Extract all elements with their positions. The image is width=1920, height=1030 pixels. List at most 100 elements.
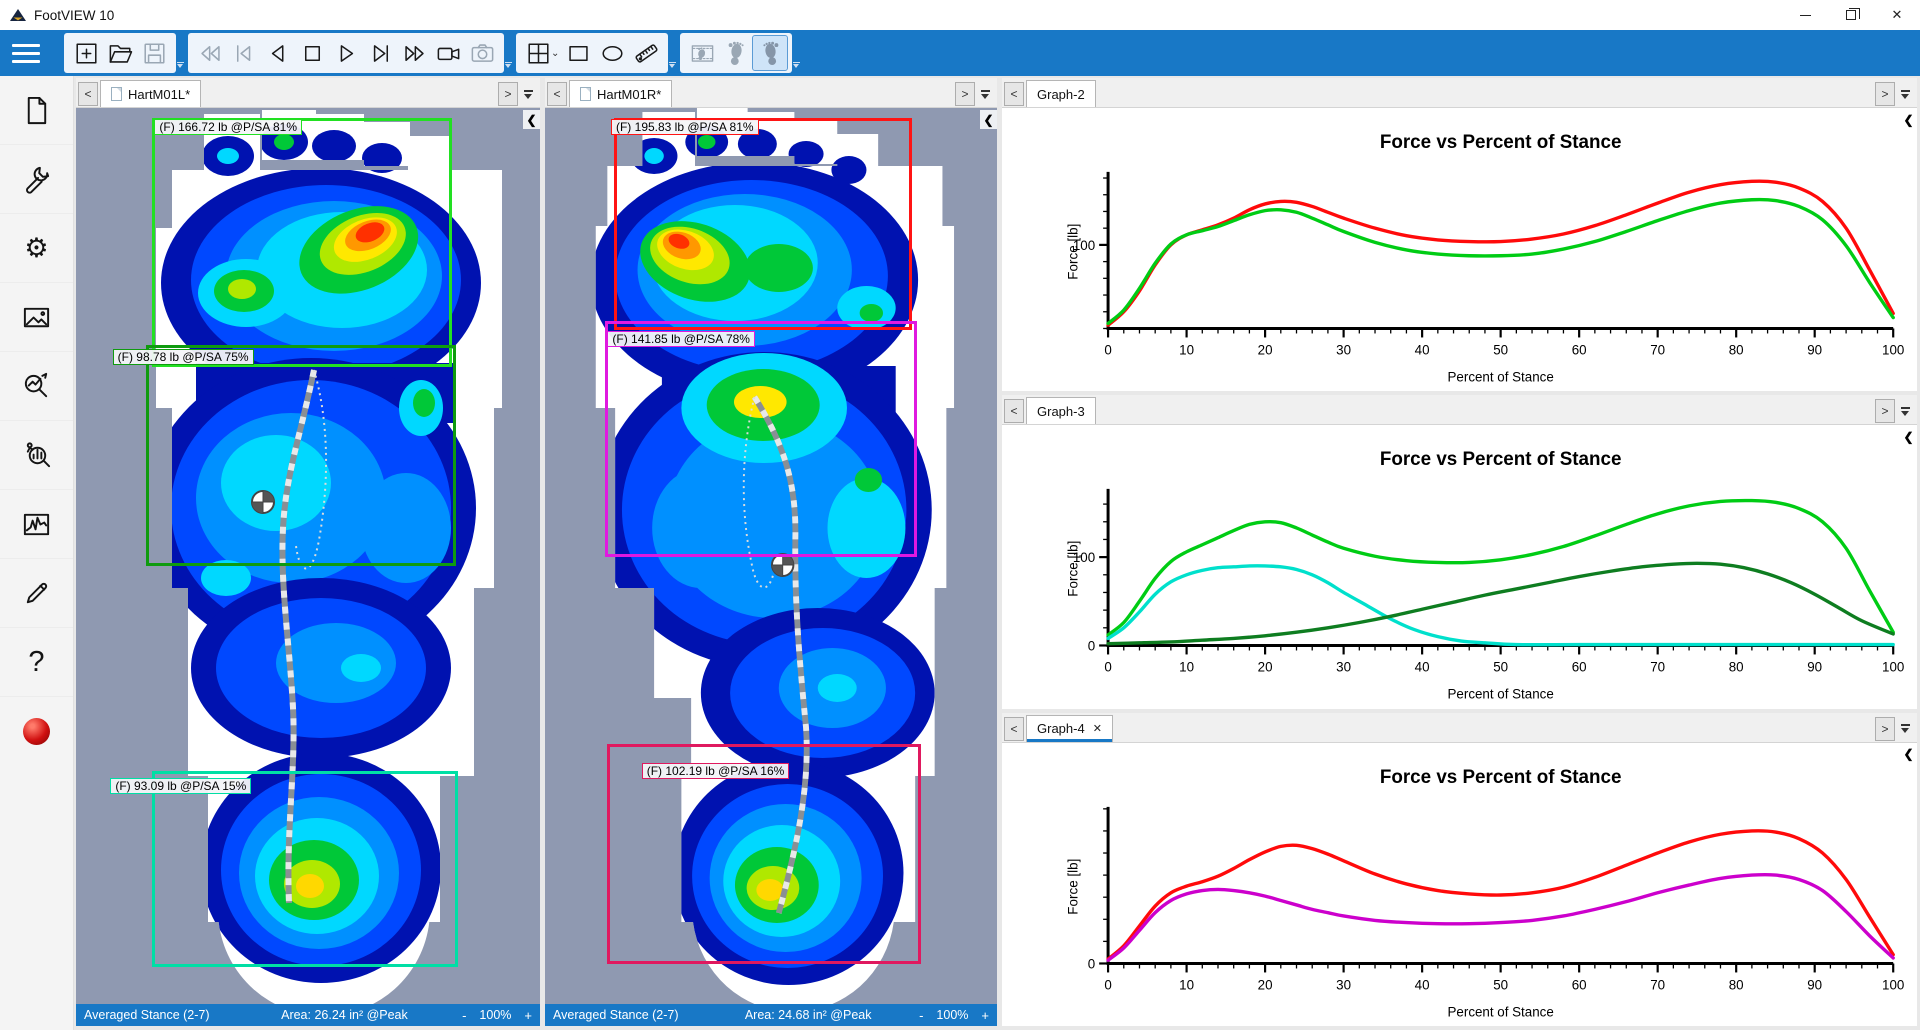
panel-graph-4: < Graph-4 ✕ > ❮ Force vs Percent of Stan… bbox=[1002, 713, 1917, 1026]
pressure-region[interactable] bbox=[614, 118, 912, 330]
new-document-button[interactable] bbox=[69, 36, 103, 70]
close-tab-icon[interactable]: ✕ bbox=[1093, 722, 1102, 735]
pin-panel-icon[interactable] bbox=[1897, 82, 1913, 106]
zoom-in-button[interactable]: + bbox=[981, 1008, 989, 1023]
minimize-button[interactable] bbox=[1782, 0, 1828, 30]
save-button[interactable] bbox=[137, 36, 171, 70]
left-footprint-button[interactable] bbox=[719, 36, 753, 70]
tab-scroll-right-button[interactable]: > bbox=[498, 82, 518, 106]
svg-text:100: 100 bbox=[1073, 550, 1095, 565]
sidebar-item-gait-analysis[interactable] bbox=[0, 421, 73, 490]
pressure-region[interactable] bbox=[152, 118, 452, 367]
group-launcher-icon[interactable] bbox=[177, 62, 185, 72]
step-back-button[interactable] bbox=[261, 36, 295, 70]
fast-forward-button[interactable] bbox=[397, 36, 431, 70]
tab-label: Graph-2 bbox=[1037, 87, 1085, 102]
group-launcher-icon[interactable] bbox=[793, 62, 801, 72]
stop-button[interactable] bbox=[295, 36, 329, 70]
ruler-tool-button[interactable] bbox=[629, 36, 663, 70]
record-icon bbox=[23, 718, 50, 745]
sidebar-item-zoom-analysis[interactable] bbox=[0, 352, 73, 421]
collapse-panel-button[interactable]: ❮ bbox=[1900, 427, 1917, 446]
step-forward-button[interactable] bbox=[363, 36, 397, 70]
svg-text:30: 30 bbox=[1336, 977, 1351, 992]
graph-4-content: ❮ Force vs Percent of Stance Force [lb] … bbox=[1002, 743, 1917, 1026]
sidebar-item-settings[interactable]: ⚙ bbox=[0, 214, 73, 283]
sidebar-item-waveform[interactable] bbox=[0, 490, 73, 559]
sidebar-item-document[interactable] bbox=[0, 76, 73, 145]
sidebar-item-help[interactable]: ? bbox=[0, 628, 73, 697]
pin-panel-icon[interactable] bbox=[520, 82, 536, 106]
pin-panel-icon[interactable] bbox=[1897, 717, 1913, 741]
rewind-button[interactable] bbox=[193, 36, 227, 70]
tab-hartm01r[interactable]: HartM01R* bbox=[569, 80, 672, 107]
zoom-out-button[interactable]: - bbox=[919, 1008, 923, 1023]
waveform-icon bbox=[21, 509, 52, 540]
pressure-region[interactable] bbox=[146, 345, 456, 565]
x-axis-ticks: 0102030405060708090100 bbox=[1104, 328, 1904, 357]
tab-scroll-left-button[interactable]: < bbox=[547, 82, 567, 106]
svg-text:Percent of Stance: Percent of Stance bbox=[1448, 369, 1554, 384]
sidebar-item-annotate[interactable] bbox=[0, 559, 73, 628]
chevron-down-icon[interactable]: ⌄ bbox=[551, 48, 559, 59]
collapse-panel-button[interactable]: ❮ bbox=[523, 110, 540, 129]
magnifier-chart-icon bbox=[21, 371, 52, 402]
collapse-panel-button[interactable]: ❮ bbox=[980, 110, 997, 129]
sidebar-item-tools[interactable] bbox=[0, 145, 73, 214]
skip-to-start-button[interactable] bbox=[227, 36, 261, 70]
force-chart-total: Force vs Percent of Stance Force [lb] 10… bbox=[1002, 108, 1917, 391]
tab-scroll-left-button[interactable]: < bbox=[1004, 399, 1024, 423]
pressure-region[interactable] bbox=[152, 771, 458, 967]
collapse-panel-button[interactable]: ❮ bbox=[1900, 110, 1917, 129]
svg-text:70: 70 bbox=[1650, 342, 1665, 357]
svg-text:0: 0 bbox=[1088, 956, 1095, 971]
tab-scroll-right-button[interactable]: > bbox=[955, 82, 975, 106]
tab-scroll-left-button[interactable]: < bbox=[1004, 82, 1024, 106]
pressure-map-right[interactable]: ❮ bbox=[545, 108, 997, 1004]
svg-text:0: 0 bbox=[1088, 639, 1095, 654]
group-launcher-icon[interactable] bbox=[505, 62, 513, 72]
photo-camera-button[interactable] bbox=[465, 36, 499, 70]
pin-panel-icon[interactable] bbox=[1897, 399, 1913, 423]
svg-text:60: 60 bbox=[1572, 342, 1587, 357]
pressure-region[interactable] bbox=[605, 321, 917, 557]
pin-panel-icon[interactable] bbox=[977, 82, 993, 106]
zoom-out-button[interactable]: - bbox=[462, 1008, 466, 1023]
group-launcher-icon[interactable] bbox=[669, 62, 677, 72]
svg-text:100: 100 bbox=[1882, 660, 1904, 675]
tab-scroll-left-button[interactable]: < bbox=[1004, 717, 1024, 741]
right-footprint-button[interactable] bbox=[753, 36, 787, 70]
open-file-button[interactable] bbox=[103, 36, 137, 70]
hamburger-menu-button[interactable] bbox=[0, 30, 52, 76]
tab-graph-2[interactable]: Graph-2 bbox=[1026, 80, 1096, 107]
film-foot-button[interactable] bbox=[685, 36, 719, 70]
svg-text:10: 10 bbox=[1179, 660, 1194, 675]
sidebar-item-record[interactable] bbox=[0, 697, 73, 766]
collapse-panel-button[interactable]: ❮ bbox=[1900, 745, 1917, 764]
tab-graph-3[interactable]: Graph-3 bbox=[1026, 397, 1096, 424]
close-button[interactable]: ✕ bbox=[1874, 0, 1920, 30]
gear-icon: ⚙ bbox=[24, 235, 48, 262]
play-button[interactable] bbox=[329, 36, 363, 70]
tab-scroll-right-button[interactable]: > bbox=[1875, 82, 1895, 106]
svg-text:100: 100 bbox=[1073, 238, 1095, 253]
video-camera-button[interactable] bbox=[431, 36, 465, 70]
tab-scroll-left-button[interactable]: < bbox=[78, 82, 98, 106]
pressure-map-left[interactable]: ❮ bbox=[76, 108, 540, 1004]
svg-text:50: 50 bbox=[1493, 342, 1508, 357]
maximize-button[interactable] bbox=[1828, 0, 1874, 30]
tab-scroll-right-button[interactable]: > bbox=[1875, 399, 1895, 423]
zoom-in-button[interactable]: + bbox=[524, 1008, 532, 1023]
ellipse-tool-button[interactable] bbox=[595, 36, 629, 70]
playback-toolbar-group bbox=[188, 33, 504, 73]
svg-text:90: 90 bbox=[1807, 977, 1822, 992]
svg-text:70: 70 bbox=[1650, 977, 1665, 992]
rectangle-tool-button[interactable] bbox=[561, 36, 595, 70]
tab-hartm01l[interactable]: HartM01L* bbox=[100, 80, 201, 107]
sidebar-item-image[interactable] bbox=[0, 283, 73, 352]
force-chart-right-regions: Force vs Percent of Stance Force [lb] 0 … bbox=[1002, 743, 1917, 1026]
tab-scroll-right-button[interactable]: > bbox=[1875, 717, 1895, 741]
grid-button[interactable] bbox=[521, 36, 555, 70]
tab-graph-4[interactable]: Graph-4 ✕ bbox=[1026, 715, 1113, 742]
tab-label: Graph-3 bbox=[1037, 404, 1085, 419]
